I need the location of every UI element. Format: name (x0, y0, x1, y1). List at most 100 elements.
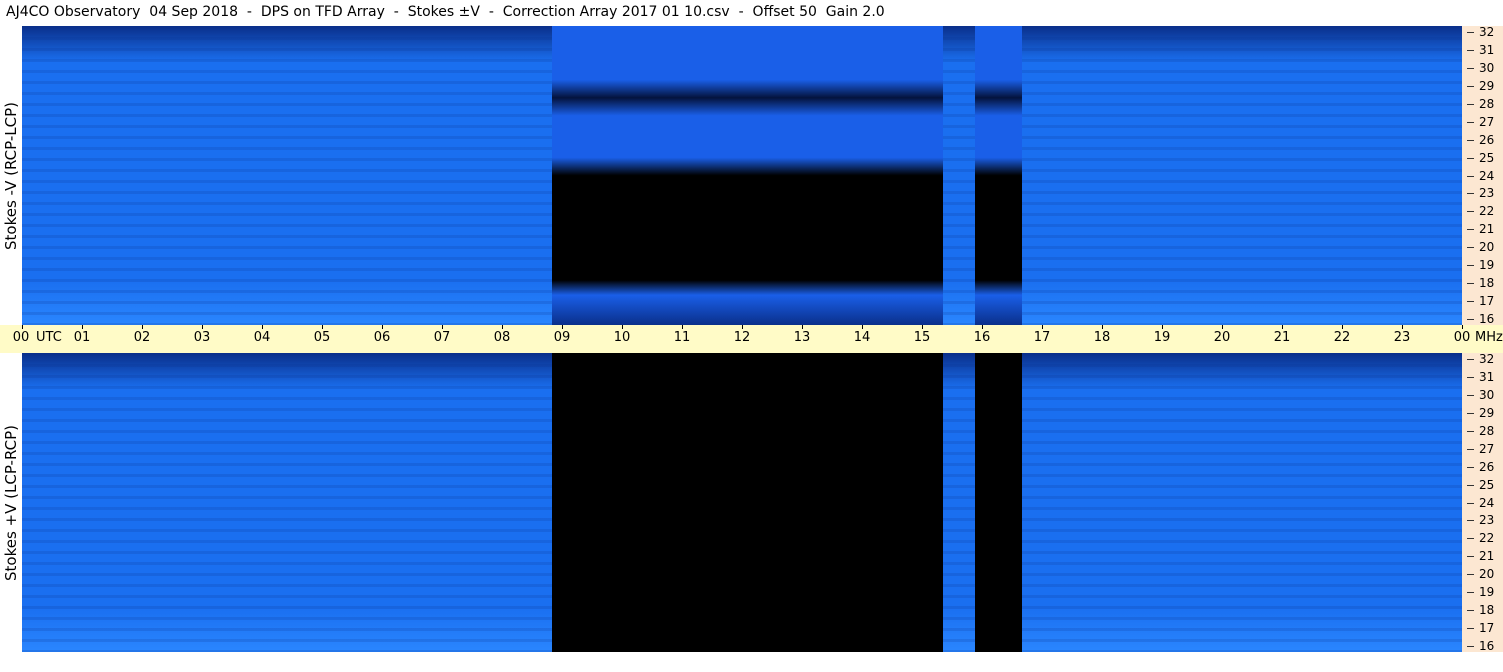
freq-tick: 30 (1466, 387, 1495, 402)
stokes-minus-v-spectrogram (22, 26, 1462, 325)
freq-tick: 28 (1466, 423, 1495, 438)
freq-tick: 19 (1466, 258, 1495, 273)
time-tick-mark (382, 325, 383, 329)
freq-tick: 24 (1466, 168, 1495, 183)
freq-tick: 22 (1466, 531, 1495, 546)
time-tick-label: 17 (1033, 330, 1051, 345)
freq-axis-top: 32 31 30 29 28 27 26 25 24 23 22 21 20 19 18 17 16 (1462, 25, 1503, 326)
time-tick-mark (22, 325, 23, 329)
utc-label: UTC (36, 330, 62, 345)
time-tick-label: 10 (613, 330, 631, 345)
time-tick-label: 07 (433, 330, 451, 345)
freq-tick: 25 (1466, 477, 1495, 492)
time-tick-label: 22 (1333, 330, 1351, 345)
no-data-block (551, 26, 943, 325)
time-tick-label: 03 (193, 330, 211, 345)
bottom-panel-label: Stokes +V (LCP-RCP) (0, 353, 22, 652)
time-tick-label: 18 (1093, 330, 1111, 345)
freq-tick: 27 (1466, 114, 1495, 129)
freq-tick: 32 (1466, 352, 1495, 366)
freq-tick: 23 (1466, 186, 1495, 201)
time-tick-label: 21 (1273, 330, 1291, 345)
freq-tick: 19 (1466, 585, 1495, 600)
freq-tick: 16 (1466, 312, 1495, 326)
chart-title: AJ4CO Observatory 04 Sep 2018 - DPS on T… (6, 4, 885, 20)
freq-tick: 18 (1466, 276, 1495, 291)
time-tick-mark (502, 325, 503, 329)
time-tick-label: 16 (973, 330, 991, 345)
time-tick-label: 05 (313, 330, 331, 345)
time-tick-label: 06 (373, 330, 391, 345)
time-tick-mark (862, 325, 863, 329)
freq-tick: 28 (1466, 96, 1495, 111)
time-tick-label: 09 (553, 330, 571, 345)
freq-tick: 26 (1466, 132, 1495, 147)
time-tick-label: 11 (673, 330, 691, 345)
time-tick-label: 04 (253, 330, 271, 345)
time-tick-mark (622, 325, 623, 329)
freq-tick: 20 (1466, 240, 1495, 255)
time-tick-mark (742, 325, 743, 329)
time-tick-mark (562, 325, 563, 329)
time-tick-mark (1462, 325, 1463, 329)
freq-tick: 26 (1466, 459, 1495, 474)
freq-tick: 29 (1466, 405, 1495, 420)
freq-tick: 16 (1466, 639, 1495, 653)
freq-axis-bottom: 32 31 30 29 28 27 26 25 24 23 22 21 20 19 18 17 16 (1462, 352, 1503, 653)
top-panel-label-text: Stokes -V (RCP-LCP) (2, 101, 20, 250)
time-tick-mark (262, 325, 263, 329)
freq-tick: 17 (1466, 621, 1495, 636)
time-tick-label: 20 (1213, 330, 1231, 345)
time-tick-mark (1402, 325, 1403, 329)
time-tick-mark (1222, 325, 1223, 329)
freq-tick: 18 (1466, 603, 1495, 618)
freq-tick: 25 (1466, 150, 1495, 165)
freq-tick: 23 (1466, 513, 1495, 528)
time-tick-label: 01 (73, 330, 91, 345)
bottom-panel-label-text: Stokes +V (LCP-RCP) (2, 424, 20, 581)
time-tick-mark (1162, 325, 1163, 329)
time-tick-mark (322, 325, 323, 329)
time-tick-mark (922, 325, 923, 329)
time-tick-mark (1102, 325, 1103, 329)
time-tick-mark (1042, 325, 1043, 329)
time-tick-mark (802, 325, 803, 329)
stokes-plus-v-spectrogram (22, 353, 1462, 652)
time-tick-mark (982, 325, 983, 329)
time-tick-mark (1342, 325, 1343, 329)
time-tick-mark (1282, 325, 1283, 329)
freq-tick: 29 (1466, 78, 1495, 93)
top-panel-label: Stokes -V (RCP-LCP) (0, 26, 22, 325)
freq-tick: 27 (1466, 441, 1495, 456)
no-data-block (974, 26, 1023, 325)
time-tick-mark (142, 325, 143, 329)
freq-tick: 21 (1466, 549, 1495, 564)
freq-tick: 20 (1466, 567, 1495, 582)
time-tick-label: 12 (733, 330, 751, 345)
time-tick-label: 00 (12, 330, 30, 345)
time-tick-label: 08 (493, 330, 511, 345)
time-tick-label: 00 (1453, 330, 1471, 345)
freq-tick: 31 (1466, 42, 1495, 57)
no-data-block (974, 353, 1023, 652)
freq-tick: 30 (1466, 60, 1495, 75)
time-tick-mark (442, 325, 443, 329)
time-tick-label: 14 (853, 330, 871, 345)
title-bar: AJ4CO Observatory 04 Sep 2018 - DPS on T… (0, 0, 1462, 26)
freq-tick: 32 (1466, 25, 1495, 39)
mhz-label: MHz (1475, 330, 1503, 345)
time-axis: UTC MHz 00 01 02 03 04 05 06 07 08 09 10 11 12 13 14 15… (0, 325, 1503, 353)
freq-tick: 31 (1466, 369, 1495, 384)
freq-tick: 22 (1466, 204, 1495, 219)
time-tick-mark (82, 325, 83, 329)
freq-tick: 17 (1466, 294, 1495, 309)
time-tick-label: 19 (1153, 330, 1171, 345)
time-tick-label: 15 (913, 330, 931, 345)
no-data-block (551, 353, 943, 652)
freq-tick: 24 (1466, 495, 1495, 510)
time-tick-mark (202, 325, 203, 329)
time-tick-mark (682, 325, 683, 329)
time-tick-label: 13 (793, 330, 811, 345)
time-tick-label: 23 (1393, 330, 1411, 345)
freq-tick: 21 (1466, 222, 1495, 237)
